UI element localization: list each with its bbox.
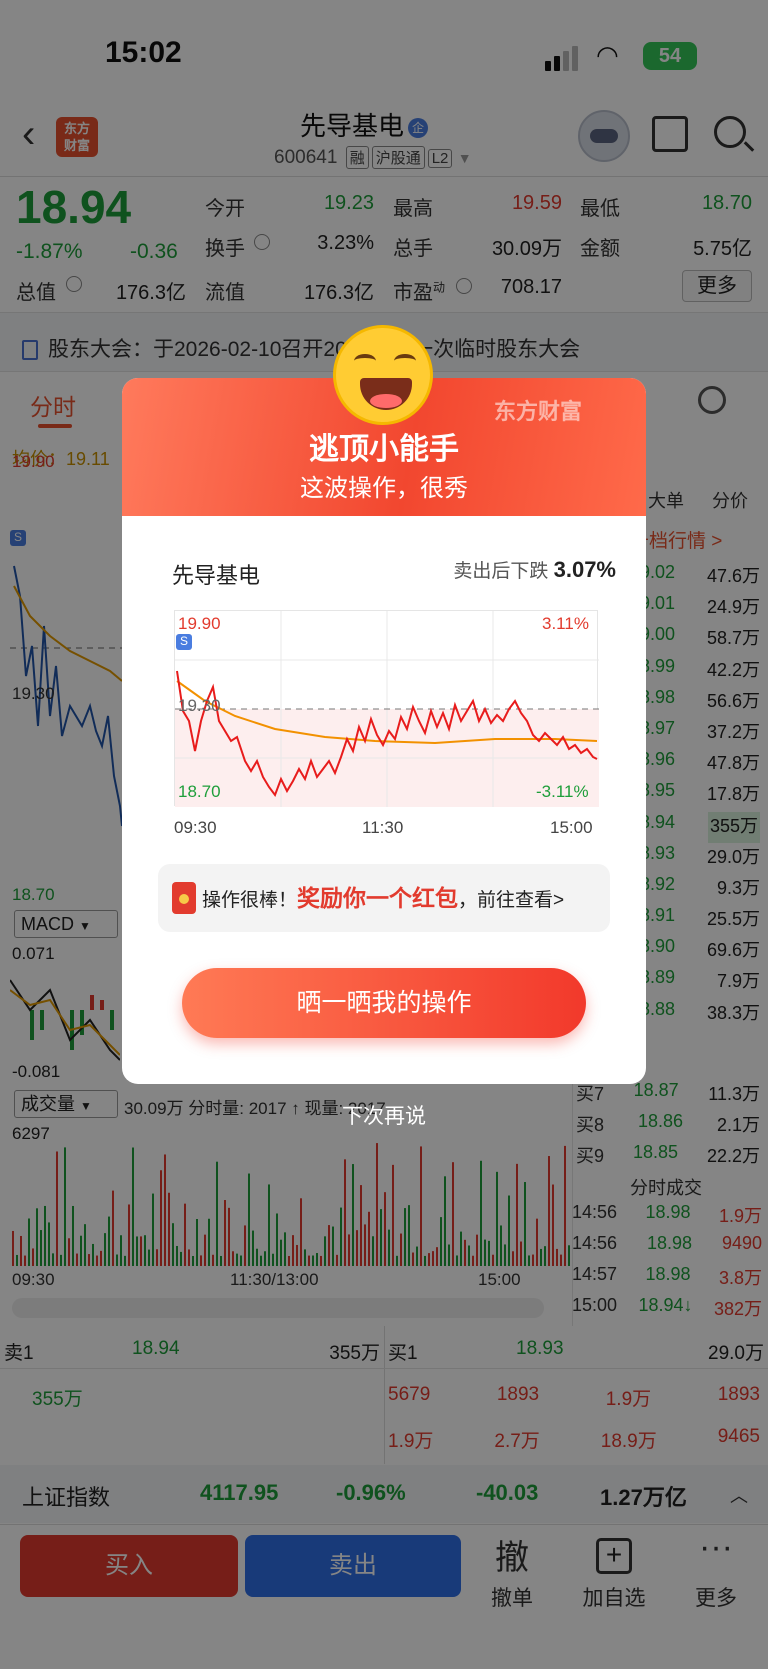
reward-prefix: 操作很棒！	[202, 890, 298, 911]
modal-drop: 卖出后下跌 3.07%	[420, 556, 616, 583]
modal-subtitle: 这波操作，很秀	[300, 475, 468, 502]
modal-chart-bottom-pct: -3.11%	[536, 782, 589, 801]
modal-chart-mid: 19.30	[178, 696, 221, 715]
drop-value: 3.07%	[553, 557, 616, 582]
reward-banner[interactable]: 操作很棒！奖励你一个红包，前往查看>	[158, 864, 610, 932]
modal-chart-svg	[175, 611, 599, 807]
drop-label: 卖出后下跌	[453, 561, 549, 582]
modal-chart-top: 19.90	[178, 614, 221, 633]
emoji-eye	[394, 354, 416, 368]
reward-suffix: ，前往查看>	[458, 890, 565, 911]
reward-highlight: 奖励你一个红包	[297, 885, 459, 911]
emoji-tongue	[370, 394, 402, 408]
modal-title: 逃顶小能手	[309, 433, 459, 466]
achievement-modal: 东方财富 逃顶小能手 这波操作，很秀 先导基电 卖出后下跌 3.07% 19.9…	[122, 378, 646, 1084]
red-envelope-icon	[172, 882, 196, 914]
emoji-eye	[354, 354, 376, 368]
brand-watermark: 东方财富	[494, 399, 583, 424]
laughing-emoji-icon	[333, 325, 433, 425]
modal-chart-top-pct: 3.11%	[542, 614, 589, 633]
dismiss-later-button[interactable]: 下次再说	[0, 1100, 768, 1130]
modal-x-close: 15:00	[550, 818, 593, 837]
share-operation-button[interactable]: 晒一晒我的操作	[182, 968, 586, 1038]
modal-x-mid: 11:30	[362, 818, 404, 837]
sell-marker-icon: S	[176, 634, 192, 650]
modal-chart	[174, 610, 599, 807]
modal-chart-bottom: 18.70	[178, 782, 221, 801]
modal-stock-name: 先导基电	[172, 563, 261, 588]
modal-x-open: 09:30	[174, 818, 217, 837]
